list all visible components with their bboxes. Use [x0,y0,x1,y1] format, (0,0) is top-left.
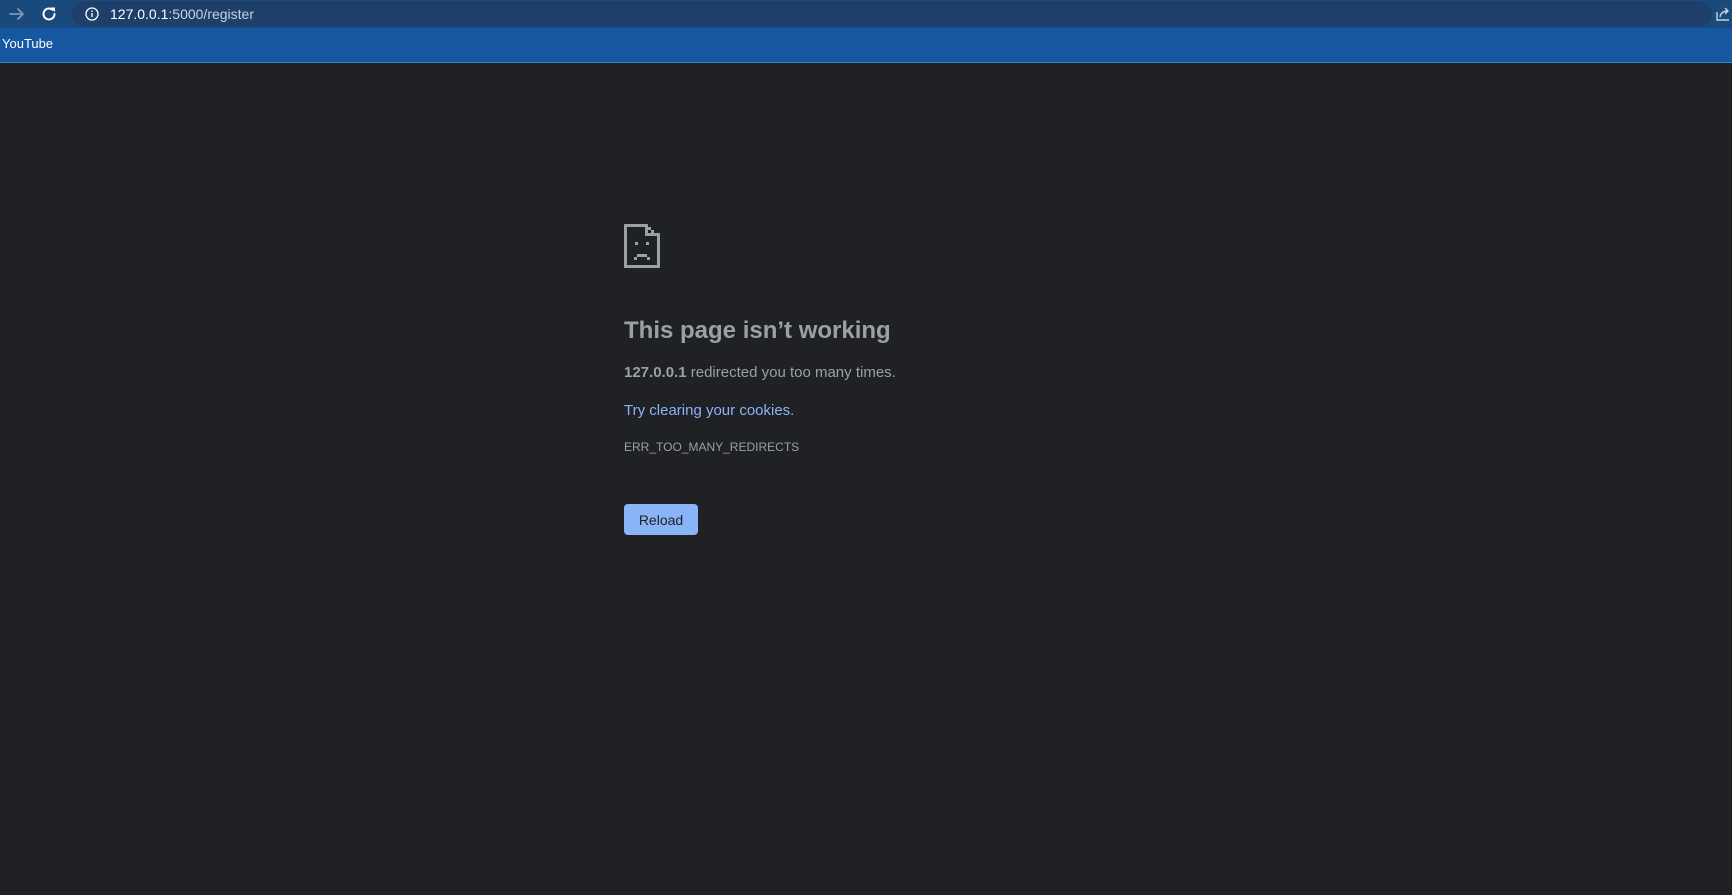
bookmark-youtube[interactable]: YouTube [2,36,53,51]
clear-cookies-link[interactable]: Try clearing your cookies. [624,401,1324,421]
error-content: This page isn’t working 127.0.0.1 redire… [624,224,1324,535]
url-text: 127.0.0.1:5000/register [110,6,254,22]
sad-page-icon [624,224,660,268]
error-summary-host: 127.0.0.1 [624,364,687,381]
url-host: 127.0.0.1 [110,6,169,22]
error-code: ERR_TOO_MANY_REDIRECTS [624,440,800,454]
address-bar[interactable]: 127.0.0.1:5000/register [72,1,1712,27]
reload-button[interactable]: Reload [624,504,698,535]
browser-toolbar: 127.0.0.1:5000/register [0,0,1732,28]
reload-icon [42,7,56,21]
forward-arrow-icon [9,8,24,20]
share-icon[interactable] [1714,5,1732,23]
url-path: :5000/register [168,6,254,22]
info-icon[interactable] [84,6,100,22]
bookmarks-bar: YouTube [0,28,1732,63]
error-title: This page isn’t working [624,317,891,344]
forward-button[interactable] [5,2,29,26]
error-summary: 127.0.0.1 redirected you too many times. [624,363,1324,383]
reload-page-button[interactable] [37,2,61,26]
error-summary-text: redirected you too many times. [686,364,896,381]
